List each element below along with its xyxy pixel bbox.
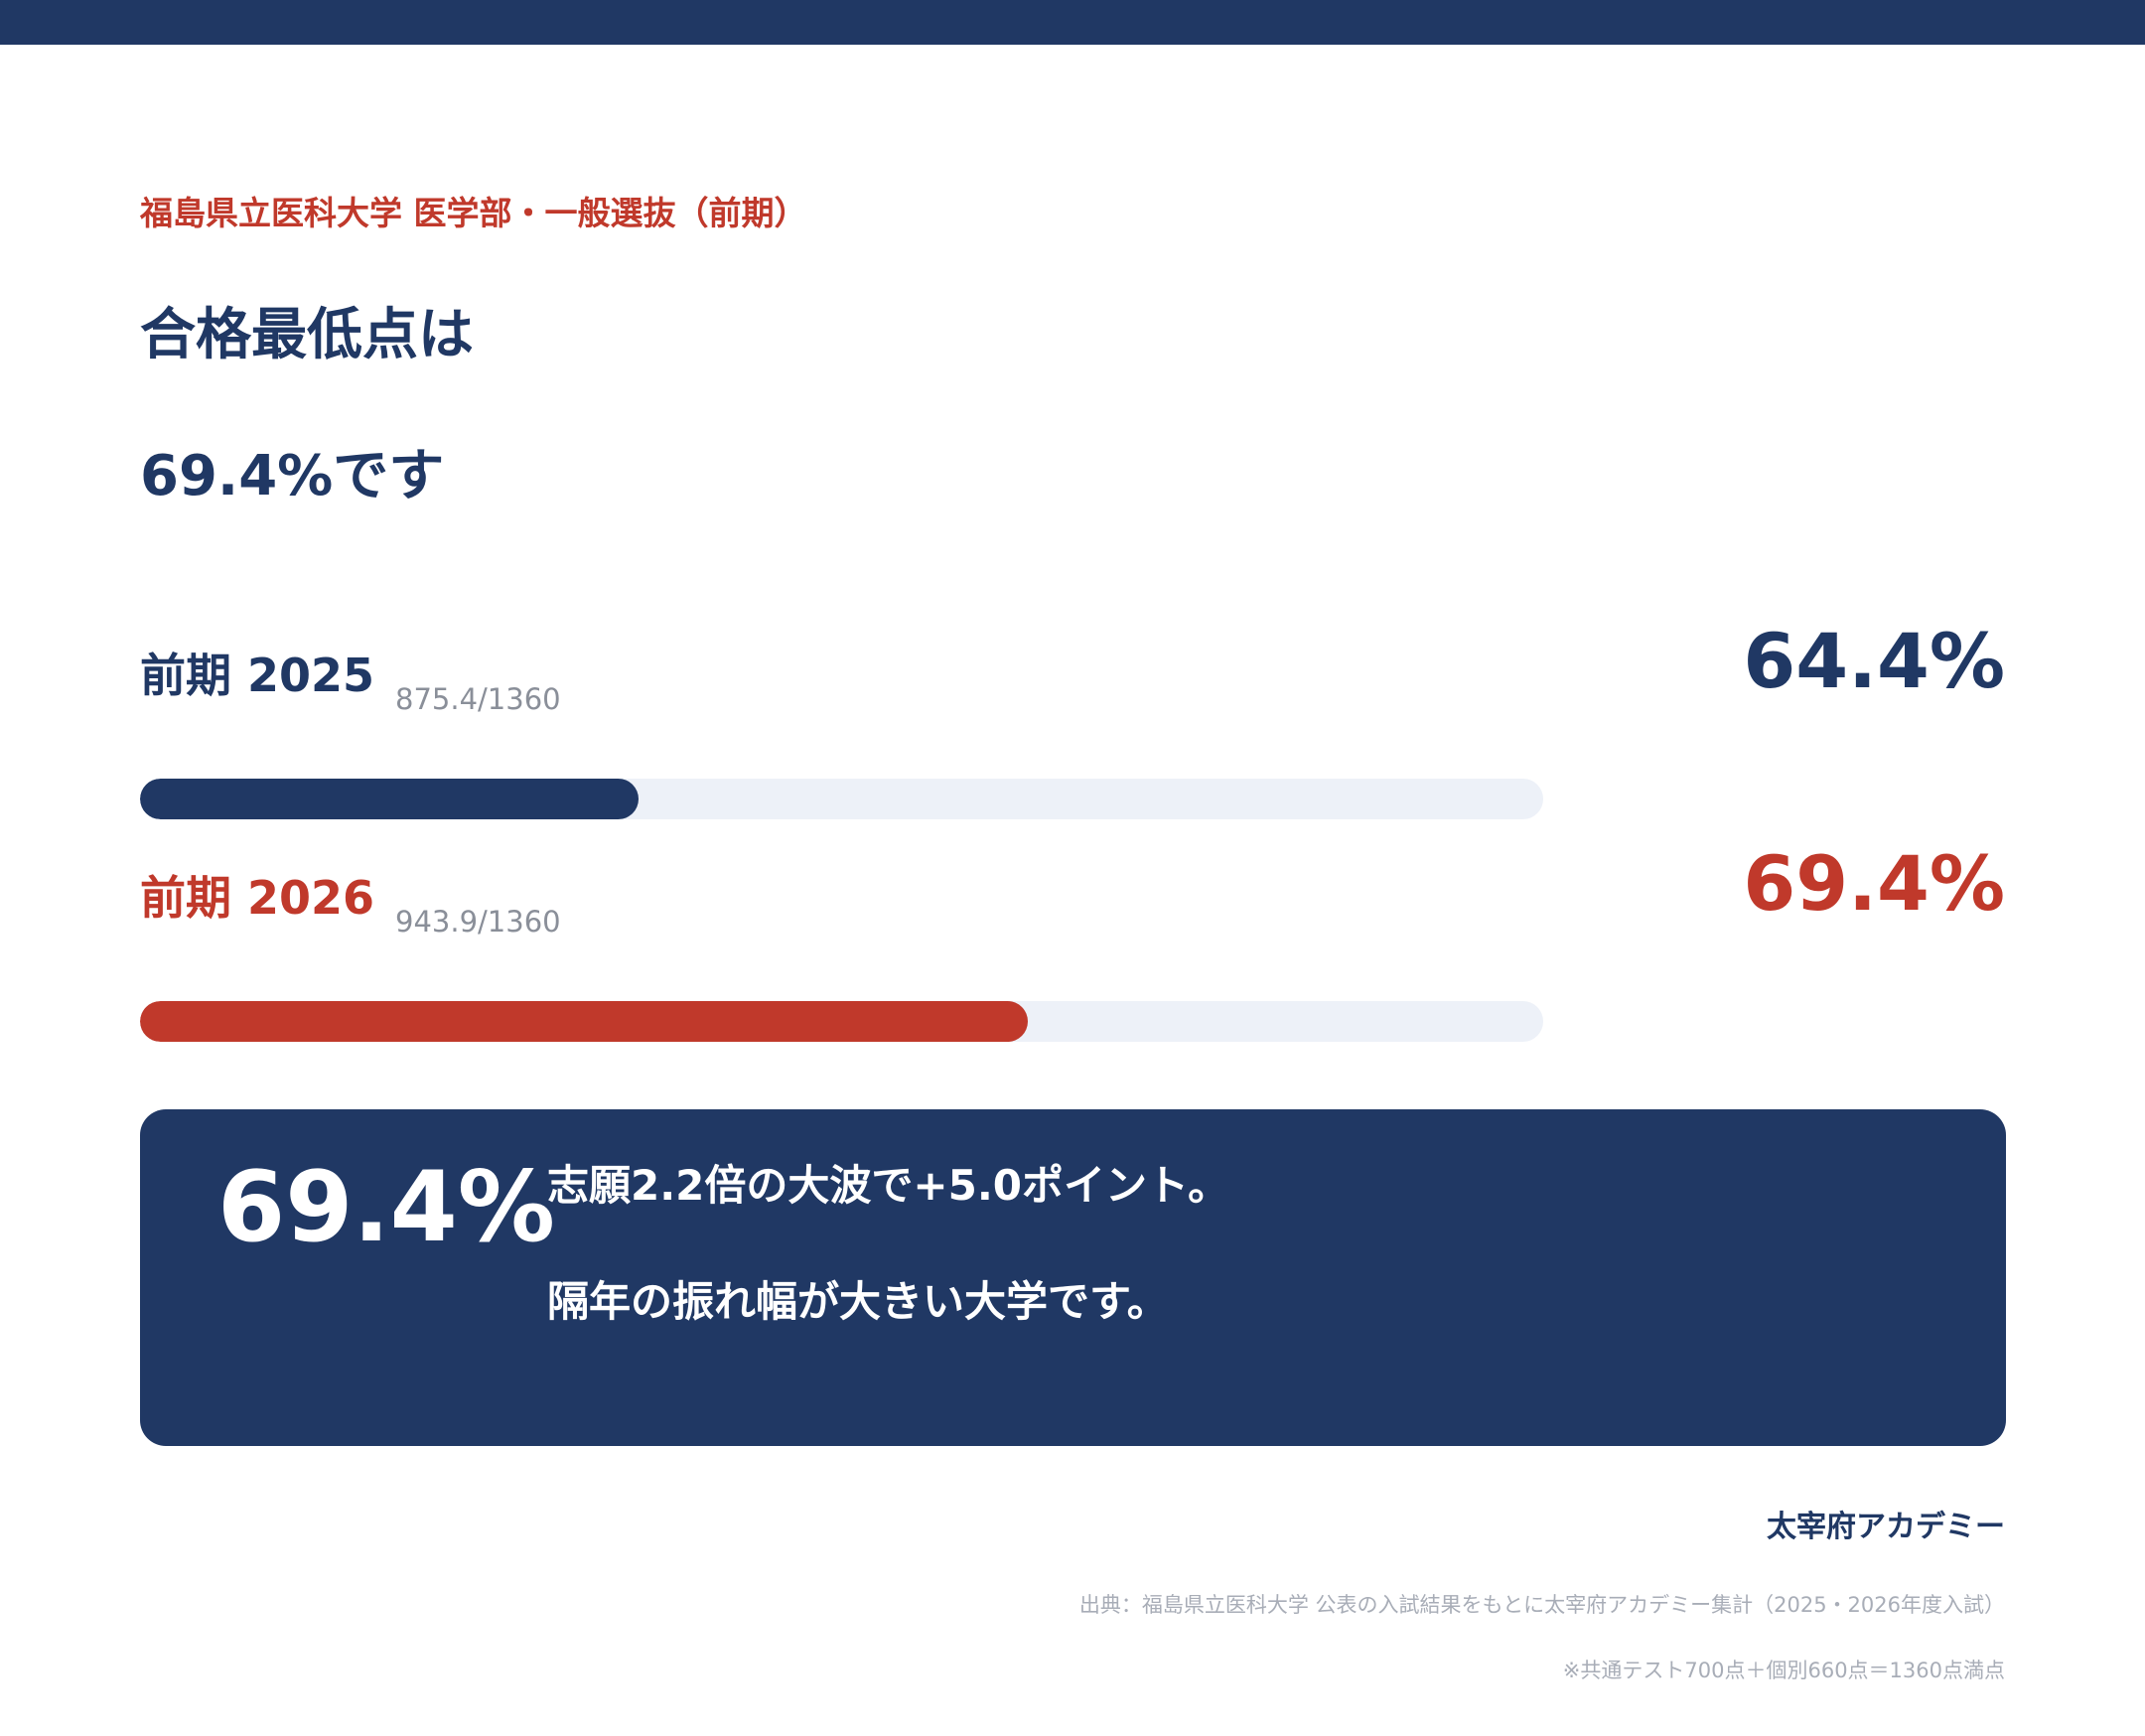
row-2026-bar-track — [140, 1001, 1543, 1042]
university-subtitle: 福島県立医科大学 医学部・一般選抜（前期） — [140, 194, 807, 232]
row-2025-score: 875.4/1360 — [395, 682, 561, 716]
row-2026-score: 943.9/1360 — [395, 905, 561, 939]
row-2025-percent: 64.4% — [1743, 617, 2005, 705]
brand-name: 太宰府アカデミー — [1767, 1510, 2005, 1544]
row-2026-percent: 69.4% — [1743, 839, 2005, 928]
row-2025-bar-fill — [140, 779, 639, 819]
headline-line-1: 合格最低点は — [140, 303, 474, 367]
row-2026-bar-fill — [140, 1001, 1029, 1042]
headline-line-2: 69.4%です — [140, 444, 445, 508]
summary-line-1: 志願2.2倍の大波で+5.0ポイント。 — [547, 1161, 1230, 1210]
summary-card: 69.4% 志願2.2倍の大波で+5.0ポイント。 隔年の振れ幅が大きい大学です… — [140, 1109, 2006, 1446]
row-2025-label: 前期 2025 — [140, 649, 375, 702]
summary-percent: 69.4% — [217, 1151, 555, 1264]
row-2025-bar-track — [140, 779, 1543, 819]
top-accent-bar — [0, 0, 2145, 45]
scoring-note: ※共通テスト700点＋個別660点＝1360点満点 — [1562, 1659, 2005, 1682]
source-note: 出典：福島県立医科大学 公表の入試結果をもとに太宰府アカデミー集計（2025・2… — [1078, 1593, 2005, 1617]
row-2026-label: 前期 2026 — [140, 871, 375, 925]
summary-line-2: 隔年の振れ幅が大きい大学です。 — [547, 1277, 1169, 1326]
